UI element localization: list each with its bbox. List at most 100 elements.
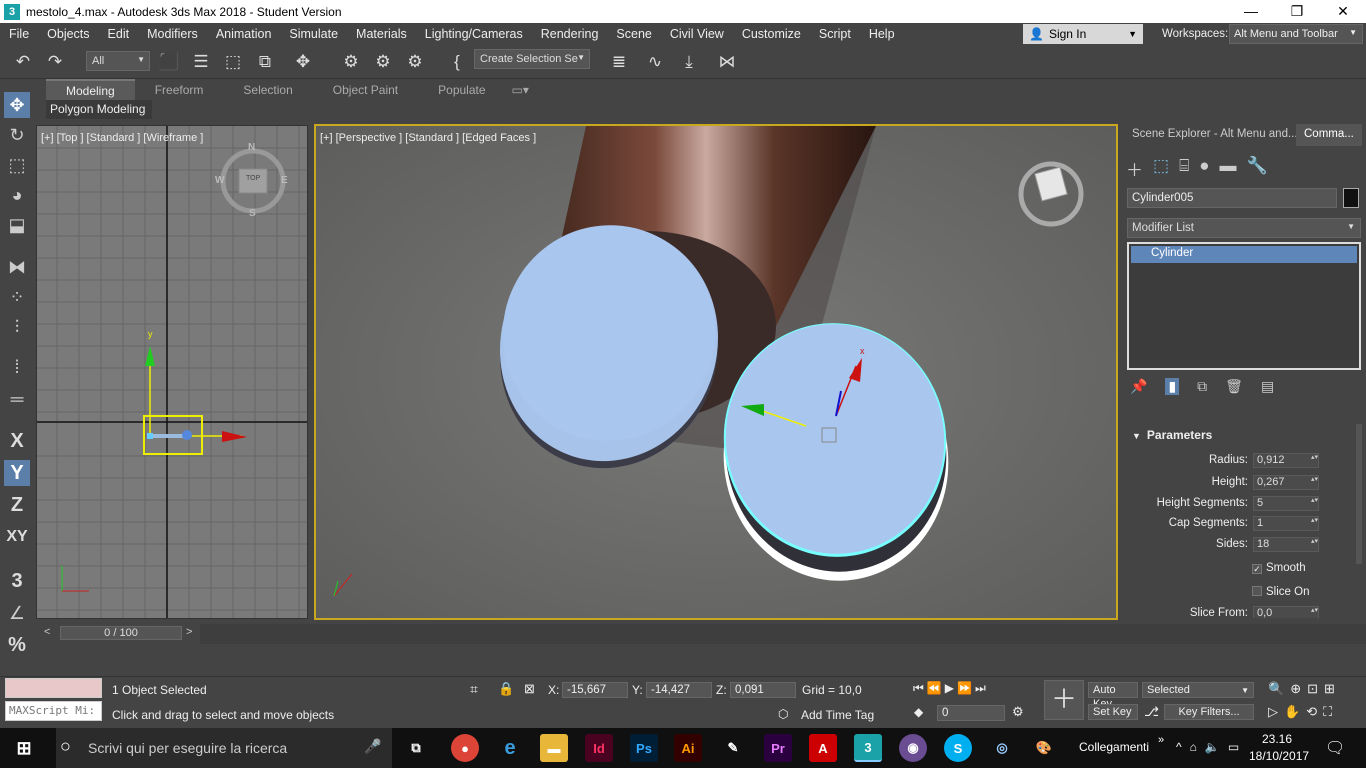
window-crossing-icon[interactable]: ⧉ — [252, 49, 278, 75]
scale-icon[interactable]: ⬚ — [4, 152, 30, 178]
array-icon[interactable]: ⁘ — [4, 284, 30, 310]
lock-selection-icon[interactable]: 🔒 — [498, 681, 514, 697]
pan-icon[interactable]: ✋ — [1284, 704, 1306, 719]
task-view-icon[interactable]: ⧉ — [402, 734, 430, 762]
windows-start-icon[interactable]: ⊞ — [10, 734, 38, 762]
menu-civil-view[interactable]: Civil View — [661, 27, 733, 41]
set-key-button[interactable]: Set Key — [1088, 704, 1138, 720]
time-slider[interactable]: 0 / 100 — [60, 626, 182, 640]
radius-spinner[interactable]: 0,912 — [1253, 453, 1319, 468]
clock-time[interactable]: 23.16 — [1262, 732, 1292, 746]
photoshop-icon[interactable]: Ps — [630, 734, 658, 762]
modify-icon[interactable]: ⬚ — [1153, 156, 1169, 181]
language-icon[interactable]: ▭ — [1228, 740, 1247, 754]
sides-spinner[interactable]: 18 — [1253, 537, 1319, 552]
menu-materials[interactable]: Materials — [347, 27, 416, 41]
menu-objects[interactable]: Objects — [38, 27, 98, 41]
y-coordinate-field[interactable]: -14,427 — [646, 682, 712, 698]
edit-named-selections-icon[interactable]: { — [444, 49, 470, 75]
snap-3d-button[interactable]: 3 — [4, 568, 30, 594]
slice-on-checkbox[interactable]: Slice On — [1252, 586, 1309, 598]
chevron-up-icon[interactable]: ^ — [1176, 740, 1190, 754]
zoom-extents-icon[interactable]: ⊡ — [1307, 681, 1324, 696]
field-of-view-icon[interactable]: ▷ — [1268, 704, 1284, 719]
display-icon[interactable]: ▬ — [1220, 156, 1237, 181]
viewport-top-label[interactable]: [+] [Top ] [Standard ] [Wireframe ] — [41, 132, 203, 144]
configure-modifier-sets-icon[interactable]: ▤ — [1261, 378, 1274, 395]
hierarchy-icon[interactable]: ⌸ — [1179, 156, 1189, 181]
3dsmax-taskbar-icon[interactable]: 3 — [854, 734, 882, 762]
rect-selection-icon[interactable]: ⬚ — [220, 49, 246, 75]
current-frame-field[interactable]: 0 — [937, 705, 1005, 721]
maximize-viewport-icon[interactable]: ⛶ — [1323, 704, 1338, 719]
menu-lighting-cameras[interactable]: Lighting/Cameras — [416, 27, 532, 41]
play-icon[interactable]: ▶ — [945, 681, 957, 695]
pin-stack-icon[interactable]: 📌 — [1130, 378, 1147, 395]
tab-freeform[interactable]: Freeform — [135, 80, 224, 100]
timeline-prev-button[interactable]: < — [44, 626, 50, 638]
create-icon[interactable]: ＋ — [1126, 156, 1143, 181]
isolate-selection-icon[interactable]: ⌗ — [470, 681, 478, 698]
utilities-icon[interactable]: 🔧 — [1247, 156, 1268, 181]
polygon-modeling-panel[interactable]: Polygon Modeling — [46, 100, 152, 119]
z-coordinate-field[interactable]: 0,091 — [730, 682, 796, 698]
next-frame-icon[interactable]: ⏩ — [957, 681, 975, 695]
key-mode-icon[interactable]: ◆ — [914, 705, 923, 719]
illustrator-icon[interactable]: Ai — [674, 734, 702, 762]
notifications-icon[interactable]: 🗨 — [1325, 738, 1345, 758]
tab-selection[interactable]: Selection — [223, 80, 312, 100]
pivot-icon[interactable]: ⬓ — [4, 212, 30, 238]
panel-scrollbar[interactable] — [1356, 424, 1362, 564]
remove-modifier-icon[interactable]: 🗑 — [1225, 378, 1243, 395]
sign-in-button[interactable]: 👤 Sign In ▼ — [1023, 24, 1143, 44]
motion-icon[interactable]: ● — [1199, 156, 1209, 181]
select-object-icon[interactable]: ⬛ — [156, 49, 182, 75]
go-to-start-icon[interactable]: ⏮ — [913, 681, 927, 695]
align-icon[interactable]: ⫶ — [4, 314, 30, 340]
indesign-icon[interactable]: Id — [585, 734, 613, 762]
chrome-icon[interactable]: ● — [451, 734, 479, 762]
minimize-button[interactable]: — — [1228, 3, 1274, 20]
constrain-x-button[interactable]: X — [4, 428, 30, 454]
object-color-swatch[interactable] — [1343, 188, 1359, 208]
smooth-checkbox[interactable]: ✓ Smooth — [1252, 562, 1306, 574]
microphone-icon[interactable]: 🎤 — [364, 738, 381, 755]
key-filters-icon[interactable]: ⎇ — [1144, 704, 1159, 720]
redo-icon[interactable]: ↷ — [42, 49, 68, 75]
viewport-perspective[interactable]: [+] [Perspective ] [Standard ] [Edged Fa… — [314, 124, 1118, 620]
curve-editor-icon[interactable]: ∿ — [642, 49, 668, 75]
percent-snap-icon[interactable]: ⚙ — [402, 49, 428, 75]
schematic-view-icon[interactable]: ⋈ — [714, 49, 740, 75]
viewcube-top[interactable]: TOP — [246, 175, 260, 182]
menu-script[interactable]: Script — [810, 27, 860, 41]
absolute-mode-icon[interactable]: ⊠ — [524, 681, 535, 697]
maxscript-listener[interactable] — [5, 678, 102, 698]
autocad-icon[interactable]: A — [809, 734, 837, 762]
ruler-icon[interactable]: ═ — [4, 386, 30, 412]
collegamenti-toolbar[interactable]: Collegamenti — [1079, 740, 1149, 754]
tab-object-paint[interactable]: Object Paint — [313, 80, 418, 100]
constrain-z-button[interactable]: Z — [4, 492, 30, 518]
taskbar-search-box[interactable]: ○ Scrivi qui per eseguire la ricerca 🎤 — [56, 728, 392, 768]
select-by-name-icon[interactable]: ☰ — [188, 49, 214, 75]
workspaces-select[interactable]: Alt Menu and Toolbar ▼ — [1229, 24, 1363, 44]
chevron-right-icon[interactable]: » — [1158, 734, 1164, 746]
zoom-all-icon[interactable]: ⊕ — [1290, 681, 1307, 696]
menu-animation[interactable]: Animation — [207, 27, 281, 41]
close-button[interactable]: ✕ — [1320, 3, 1366, 20]
maximize-button[interactable]: ❐ — [1274, 3, 1320, 20]
key-filters-button[interactable]: Key Filters... — [1164, 704, 1254, 720]
constrain-xy-button[interactable]: XY — [4, 524, 30, 550]
place-icon[interactable]: ◕ — [4, 182, 30, 208]
zoom-extents-all-icon[interactable]: ⊞ — [1324, 681, 1341, 696]
show-end-result-icon[interactable]: ▮ — [1165, 378, 1180, 395]
paint-icon[interactable]: 🎨 — [1030, 734, 1058, 762]
viewport-top[interactable]: [+] [Top ] [Standard ] [Wireframe ] TOP … — [36, 125, 308, 619]
timeline-next-button[interactable]: > — [186, 626, 192, 638]
menu-scene[interactable]: Scene — [607, 27, 660, 41]
maxscript-input[interactable]: MAXScript Mi: — [5, 701, 102, 721]
mirror-icon[interactable]: ⧓ — [4, 254, 30, 280]
network-icon[interactable]: ⌂ — [1190, 740, 1205, 754]
named-selection-set-select[interactable]: Create Selection Se ▼ — [474, 49, 590, 69]
height-spinner[interactable]: 0,267 — [1253, 475, 1319, 490]
